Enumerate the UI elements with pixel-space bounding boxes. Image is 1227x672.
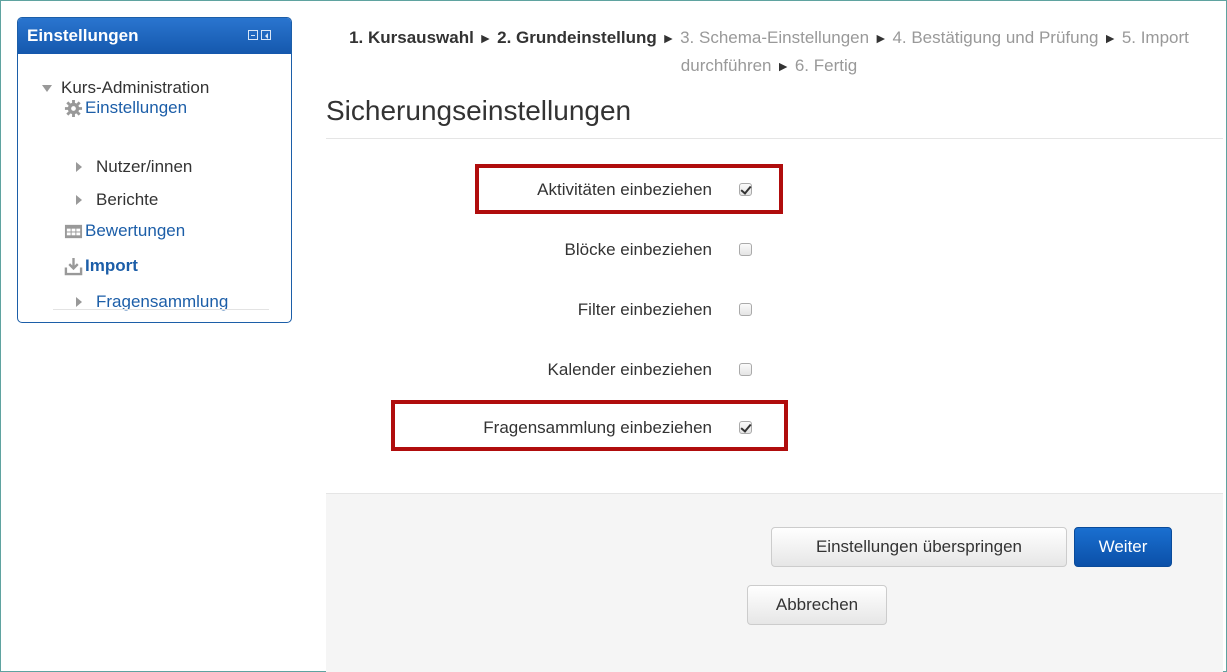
step-6: 6. Fertig (794, 56, 858, 75)
table-icon (64, 222, 83, 241)
expanded-arrow-icon (42, 84, 52, 92)
gear-icon (64, 99, 83, 118)
tree-item-bewertungen[interactable]: Bewertungen (64, 221, 185, 241)
option-label-blocks: Blöcke einbeziehen (564, 240, 712, 259)
tree-item-label: Kurs-Administration (61, 78, 210, 97)
include-calendar-checkbox[interactable] (739, 363, 752, 376)
option-label-activities: Aktivitäten einbeziehen (537, 180, 712, 199)
step-separator-icon: ► (1103, 30, 1118, 46)
form-actions (326, 493, 1223, 672)
collapsed-arrow-icon (76, 297, 82, 307)
divider (53, 309, 269, 310)
step-separator-icon: ► (478, 30, 493, 46)
step-1: 1. Kursauswahl (349, 28, 474, 47)
settings-block-title: Einstellungen (27, 26, 139, 45)
include-blocks-checkbox[interactable] (739, 243, 752, 256)
import-icon (64, 257, 83, 276)
settings-block: Einstellungen Kurs-Administration Einste… (17, 17, 292, 323)
tree-item-label: Nutzer/innen (96, 157, 193, 176)
collapsed-arrow-icon (76, 162, 82, 172)
step-separator-icon: ► (661, 30, 676, 46)
include-question-bank-checkbox[interactable] (739, 421, 752, 434)
cancel-button[interactable]: Abbrechen (747, 585, 887, 625)
step-2: 2. Grundeinstellung (497, 28, 657, 47)
tree-item-einstellungen[interactable]: Einstellungen (64, 98, 187, 118)
tree-item-nutzer-innen[interactable]: Nutzer/innen (73, 157, 192, 177)
tree-item-label: Import (85, 256, 138, 275)
step-3: 3. Schema-Einstellungen (680, 28, 870, 47)
settings-block-header: Einstellungen (18, 18, 291, 54)
tree-item-label: Bewertungen (85, 221, 186, 240)
tree-item-berichte[interactable]: Berichte (73, 190, 158, 210)
next-button[interactable]: Weiter (1074, 527, 1172, 567)
dock-icon[interactable] (261, 30, 271, 40)
step-4: 4. Bestätigung und Prüfung (892, 28, 1099, 47)
divider (326, 138, 1223, 139)
include-filters-checkbox[interactable] (739, 303, 752, 316)
option-label-filters: Filter einbeziehen (577, 300, 712, 319)
tree-item-label: Einstellungen (85, 98, 188, 117)
tree-item-label: Berichte (96, 190, 159, 209)
option-label-question-bank: Fragensammlung einbeziehen (483, 418, 712, 437)
skip-settings-button[interactable]: Einstellungen überspringen (771, 527, 1067, 567)
option-label-calendar: Kalender einbeziehen (547, 360, 712, 379)
tree-item-kurs-administration[interactable]: Kurs-Administration (42, 78, 209, 98)
step-separator-icon: ► (776, 58, 791, 74)
step-separator-icon: ► (873, 30, 888, 46)
collapsed-arrow-icon (76, 195, 82, 205)
block-controls (248, 30, 271, 40)
page-title: Sicherungseinstellungen (326, 95, 632, 126)
minimize-icon[interactable] (248, 30, 258, 40)
import-progress-steps: 1. Kursauswahl ► 2. Grundeinstellung ► 3… (318, 24, 1220, 80)
include-activities-checkbox[interactable] (739, 183, 752, 196)
tree-item-import[interactable]: Import (64, 256, 138, 276)
